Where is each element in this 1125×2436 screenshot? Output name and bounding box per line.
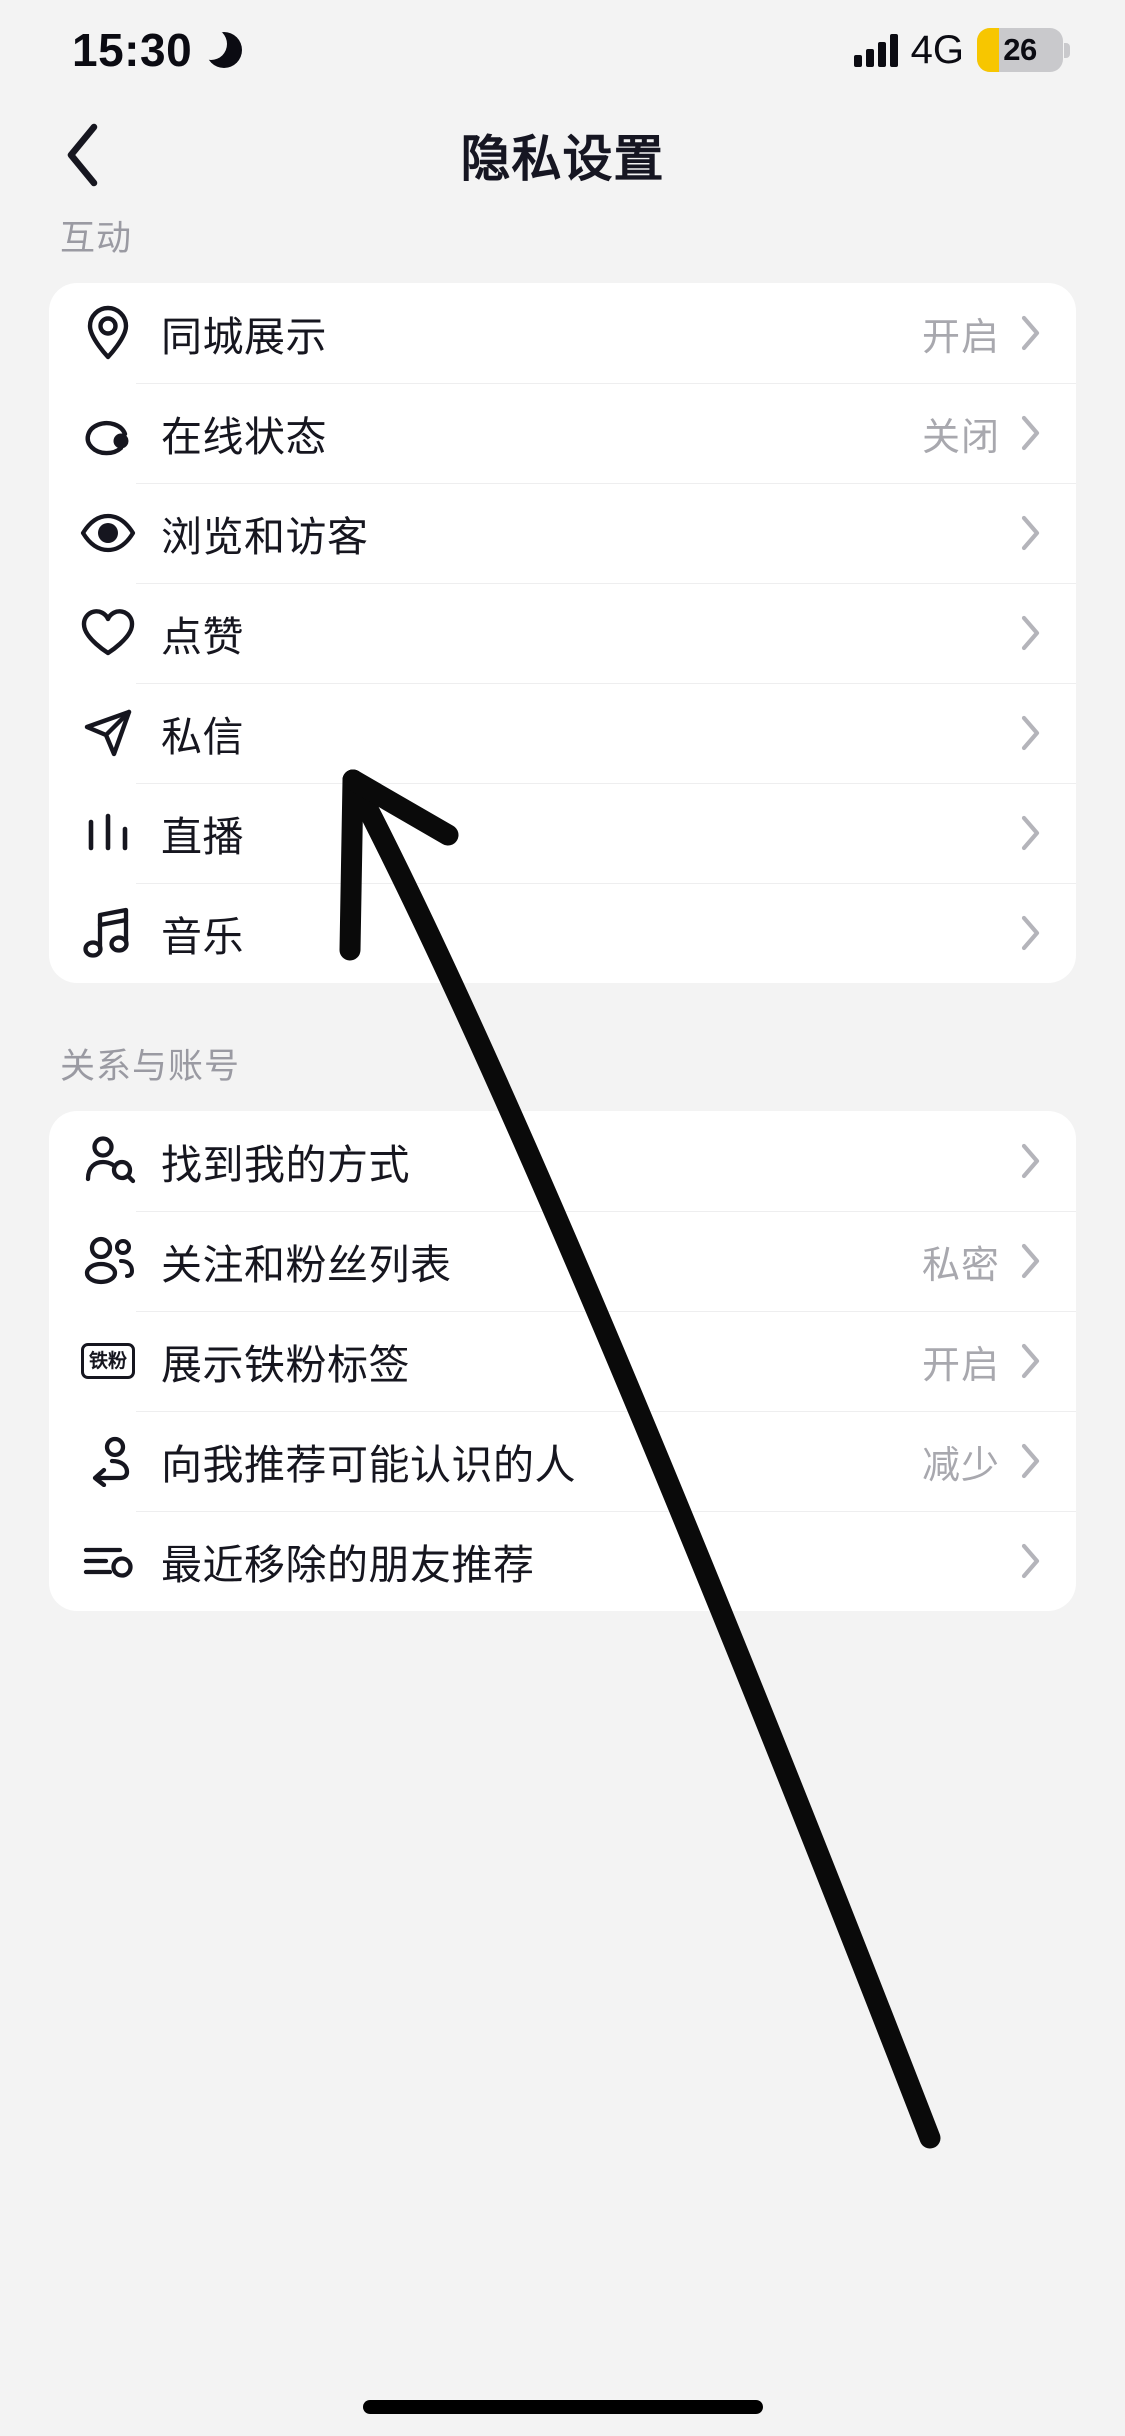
chevron-right-icon [1020, 1342, 1042, 1380]
settings-card-relations-account: 找到我的方式 关注和粉丝列表 私密 铁粉 展示铁粉标签 开启 向我推荐可能认识的… [49, 1111, 1076, 1611]
row-label: 音乐 [161, 914, 244, 960]
battery-cap [1064, 43, 1070, 58]
page-title: 隐私设置 [460, 131, 665, 187]
crescent-moon-icon [195, 28, 243, 68]
row-label: 展示铁粉标签 [161, 1342, 410, 1388]
row-value: 私密 [921, 1244, 1000, 1287]
row-likes[interactable]: 点赞 [49, 583, 1076, 683]
row-label: 直播 [161, 814, 244, 860]
removed-list-icon [80, 1533, 136, 1589]
row-following-followers-list[interactable]: 关注和粉丝列表 私密 [49, 1211, 1076, 1311]
row-label: 私信 [161, 714, 244, 760]
status-bar: 15:30 4G 26 [0, 0, 1125, 100]
row-label: 同城展示 [161, 314, 327, 360]
row-value: 减少 [921, 1444, 1000, 1487]
person-arrow-icon [80, 1433, 136, 1489]
row-recently-removed-friend-suggestions[interactable]: 最近移除的朋友推荐 [49, 1511, 1076, 1611]
paper-plane-icon [80, 705, 136, 761]
person-search-icon [80, 1133, 136, 1189]
heart-icon [80, 605, 136, 661]
row-value: 开启 [921, 316, 1000, 359]
row-online-status[interactable]: 在线状态 关闭 [49, 383, 1076, 483]
section-title-interaction: 互动 [60, 219, 133, 258]
row-label: 在线状态 [161, 414, 327, 460]
row-recommend-people-i-may-know[interactable]: 向我推荐可能认识的人 减少 [49, 1411, 1076, 1511]
location-pin-icon [80, 305, 136, 361]
chevron-right-icon [1020, 1142, 1042, 1180]
row-value: 开启 [921, 1344, 1000, 1387]
signal-bars-icon [853, 33, 898, 67]
status-bar-left: 15:30 [72, 23, 243, 77]
home-indicator[interactable] [362, 2400, 763, 2414]
live-bars-icon [80, 805, 136, 861]
music-note-icon [80, 905, 136, 961]
row-live[interactable]: 直播 [49, 783, 1076, 883]
chevron-right-icon [1020, 514, 1042, 552]
phone-screen: 15:30 4G 26 隐私设置 互动 同城展示 开启 在线状态 关闭 浏览和访… [0, 0, 1125, 2436]
section-title-relations-account: 关系与账号 [60, 1047, 241, 1086]
row-label: 最近移除的朋友推荐 [161, 1542, 535, 1588]
chevron-right-icon [1020, 714, 1042, 752]
chevron-right-icon [1020, 814, 1042, 852]
settings-card-interaction: 同城展示 开启 在线状态 关闭 浏览和访客 点赞 私信 直播 音乐 [49, 283, 1076, 983]
status-bar-time: 15:30 [72, 24, 193, 76]
iron-fan-badge-text: 铁粉 [81, 1343, 135, 1379]
chevron-right-icon [1020, 614, 1042, 652]
row-how-people-find-me[interactable]: 找到我的方式 [49, 1111, 1076, 1211]
chevron-right-icon [1020, 1442, 1042, 1480]
settings-content: 互动 同城展示 开启 在线状态 关闭 浏览和访客 点赞 私信 直播 音乐 关系与… [0, 210, 1125, 1611]
row-music[interactable]: 音乐 [49, 883, 1076, 983]
nav-bar: 隐私设置 [0, 100, 1125, 210]
row-label: 点赞 [161, 614, 244, 660]
row-browse-and-visitors[interactable]: 浏览和访客 [49, 483, 1076, 583]
chevron-right-icon [1020, 1242, 1042, 1280]
network-type-label: 4G [910, 27, 964, 72]
row-value: 关闭 [921, 416, 1000, 459]
row-nearby-display[interactable]: 同城展示 开启 [49, 283, 1076, 383]
row-label: 关注和粉丝列表 [161, 1242, 452, 1288]
battery-percent-label: 26 [1003, 32, 1037, 67]
row-label: 浏览和访客 [161, 514, 369, 560]
status-bar-right: 4G 26 [853, 27, 1070, 73]
two-people-icon [80, 1233, 136, 1289]
chevron-right-icon [1020, 1542, 1042, 1580]
row-direct-message[interactable]: 私信 [49, 683, 1076, 783]
eye-icon [80, 505, 136, 561]
row-label: 向我推荐可能认识的人 [161, 1442, 576, 1488]
chevron-right-icon [1020, 314, 1042, 352]
row-label: 找到我的方式 [161, 1142, 410, 1188]
iron-fan-badge-icon: 铁粉 [80, 1333, 136, 1389]
battery-indicator: 26 [977, 28, 1070, 72]
online-status-icon [80, 405, 136, 461]
row-show-iron-fan-badge[interactable]: 铁粉 展示铁粉标签 开启 [49, 1311, 1076, 1411]
chevron-right-icon [1020, 414, 1042, 452]
chevron-right-icon [1020, 914, 1042, 952]
